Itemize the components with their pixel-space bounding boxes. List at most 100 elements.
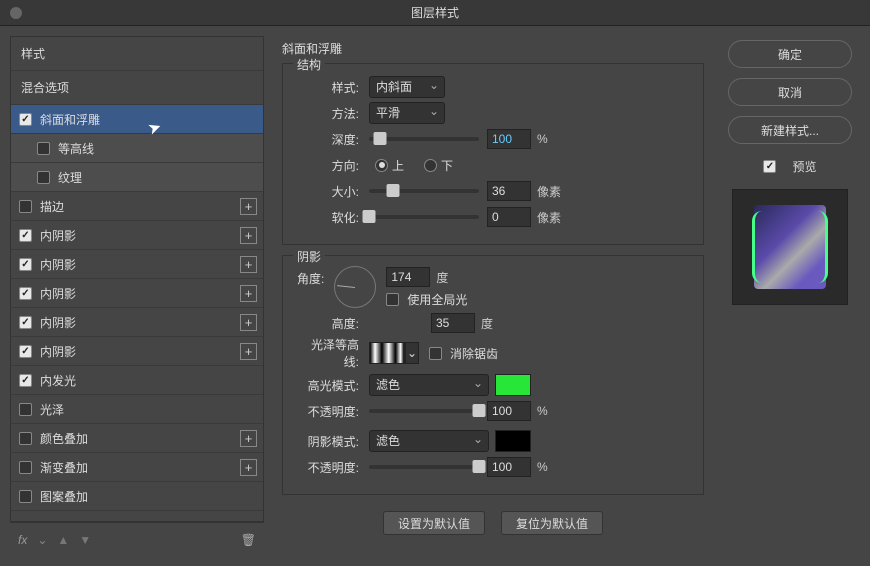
sidebar-item[interactable]: 等高线 — [11, 134, 263, 163]
layer-style-dialog: 图层样式 样式 混合选项 斜面和浮雕等高线纹理描边+内阴影+内阴影+内阴影+内阴… — [0, 0, 870, 566]
shading-legend: 阴影 — [293, 248, 325, 265]
effect-checkbox[interactable] — [37, 171, 50, 184]
structure-group: 结构 样式: 内斜面 方法: 平滑 深度: % 方向: — [282, 63, 704, 245]
shadow-mode-select[interactable]: 滤色 — [369, 430, 489, 452]
chevron-down-icon[interactable]: ⌄ — [37, 533, 47, 547]
fx-icon[interactable]: fx — [18, 533, 27, 547]
dialog-title: 图层样式 — [411, 4, 459, 21]
trash-icon[interactable]: 🗑 — [241, 533, 256, 547]
sidebar-item[interactable]: 内发光 — [11, 366, 263, 395]
depth-input[interactable] — [487, 129, 531, 149]
sidebar-item[interactable]: 斜面和浮雕 — [11, 105, 263, 134]
altitude-unit: 度 — [481, 315, 493, 332]
sidebar-item[interactable]: 内阴影+ — [11, 279, 263, 308]
highlight-color-swatch[interactable] — [495, 374, 531, 396]
cancel-button[interactable]: 取消 — [728, 78, 852, 106]
size-label: 大小: — [297, 183, 369, 200]
highlight-mode-select[interactable]: 滤色 — [369, 374, 489, 396]
effect-checkbox[interactable] — [19, 287, 32, 300]
sidebar-item[interactable]: 渐变叠加 + — [11, 453, 263, 482]
sidebar-item[interactable]: 内阴影+ — [11, 337, 263, 366]
effect-checkbox[interactable] — [19, 403, 32, 416]
add-effect-icon[interactable]: + — [240, 285, 257, 302]
contour-label: 光泽等高线: — [297, 336, 369, 370]
shadow-mode-label: 阴影模式: — [297, 433, 369, 450]
antialias-checkbox[interactable] — [429, 347, 442, 360]
depth-slider[interactable] — [369, 137, 479, 141]
sidebar-item[interactable]: 颜色叠加+ — [11, 424, 263, 453]
angle-dial[interactable] — [334, 266, 376, 308]
effect-checkbox[interactable] — [19, 229, 32, 242]
shadow-opacity-slider[interactable] — [369, 465, 479, 469]
add-effect-icon[interactable]: + — [240, 430, 257, 447]
sidebar-item[interactable]: 光泽 — [11, 395, 263, 424]
effect-checkbox[interactable] — [19, 200, 32, 213]
soften-input[interactable] — [487, 207, 531, 227]
angle-input[interactable] — [386, 267, 430, 287]
add-effect-icon[interactable]: + — [240, 459, 257, 476]
reset-default-button[interactable]: 复位为默认值 — [501, 511, 603, 535]
sidebar-item[interactable]: 描边 + — [11, 192, 263, 221]
effect-checkbox[interactable] — [19, 461, 32, 474]
preview-checkbox[interactable] — [763, 160, 776, 173]
sidebar-header-blend[interactable]: 混合选项 — [11, 71, 263, 105]
sidebar-item-label: 描边 — [40, 198, 64, 215]
add-effect-icon[interactable]: + — [240, 227, 257, 244]
add-effect-icon[interactable]: + — [240, 256, 257, 273]
make-default-button[interactable]: 设置为默认值 — [383, 511, 485, 535]
arrow-down-icon[interactable]: ▼ — [79, 533, 91, 547]
sidebar-item-label: 纹理 — [58, 169, 82, 186]
sidebar-item[interactable]: 内阴影+ — [11, 250, 263, 279]
soften-slider[interactable] — [369, 215, 479, 219]
size-input[interactable] — [487, 181, 531, 201]
contour-dropdown-icon[interactable]: ⌄ — [405, 342, 419, 364]
effect-checkbox[interactable] — [19, 258, 32, 271]
direction-down-radio[interactable] — [424, 159, 437, 172]
add-effect-icon[interactable]: + — [240, 314, 257, 331]
highlight-opacity-input[interactable] — [487, 401, 531, 421]
add-effect-icon[interactable]: + — [240, 198, 257, 215]
arrow-up-icon[interactable]: ▲ — [57, 533, 69, 547]
preview-label: 预览 — [792, 158, 816, 175]
effect-checkbox[interactable] — [37, 142, 50, 155]
sidebar-item-label: 等高线 — [58, 140, 94, 157]
sidebar-footer: fx ⌄ ▲ ▼ 🗑 — [10, 522, 264, 556]
style-select[interactable]: 内斜面 — [369, 76, 445, 98]
effect-checkbox[interactable] — [19, 490, 32, 503]
new-style-button[interactable]: 新建样式... — [728, 116, 852, 144]
sidebar-header-styles[interactable]: 样式 — [11, 37, 263, 71]
shadow-opacity-input[interactable] — [487, 457, 531, 477]
effect-checkbox[interactable] — [19, 113, 32, 126]
global-light-checkbox[interactable] — [386, 293, 399, 306]
depth-unit: % — [537, 132, 548, 146]
sidebar-item-label: 图案叠加 — [40, 488, 88, 505]
technique-select[interactable]: 平滑 — [369, 102, 445, 124]
titlebar: 图层样式 — [0, 0, 870, 26]
sidebar-item[interactable]: 纹理 — [11, 163, 263, 192]
ok-button[interactable]: 确定 — [728, 40, 852, 68]
close-icon[interactable] — [10, 7, 22, 19]
effect-checkbox[interactable] — [19, 316, 32, 329]
gloss-contour-picker[interactable] — [369, 342, 405, 364]
effect-checkbox[interactable] — [19, 374, 32, 387]
direction-up-label: 上 — [392, 157, 404, 174]
sidebar-item-label: 内阴影 — [40, 227, 76, 244]
settings-panel: 斜面和浮雕 结构 样式: 内斜面 方法: 平滑 深度: % — [282, 36, 704, 556]
sidebar-item[interactable]: 内阴影+ — [11, 308, 263, 337]
direction-up-radio[interactable] — [375, 159, 388, 172]
soften-label: 软化: — [297, 209, 369, 226]
sidebar-item-label: 内发光 — [40, 372, 76, 389]
shadow-color-swatch[interactable] — [495, 430, 531, 452]
altitude-input[interactable] — [431, 313, 475, 333]
highlight-opacity-slider[interactable] — [369, 409, 479, 413]
sidebar-item[interactable]: 图案叠加 — [11, 482, 263, 511]
effect-checkbox[interactable] — [19, 345, 32, 358]
style-label: 样式: — [297, 79, 369, 96]
sidebar-item-label: 渐变叠加 — [40, 459, 88, 476]
size-slider[interactable] — [369, 189, 479, 193]
soften-unit: 像素 — [537, 209, 561, 226]
add-effect-icon[interactable]: + — [240, 343, 257, 360]
effect-checkbox[interactable] — [19, 432, 32, 445]
sidebar-item[interactable]: 内阴影 + — [11, 221, 263, 250]
direction-label: 方向: — [297, 157, 369, 174]
